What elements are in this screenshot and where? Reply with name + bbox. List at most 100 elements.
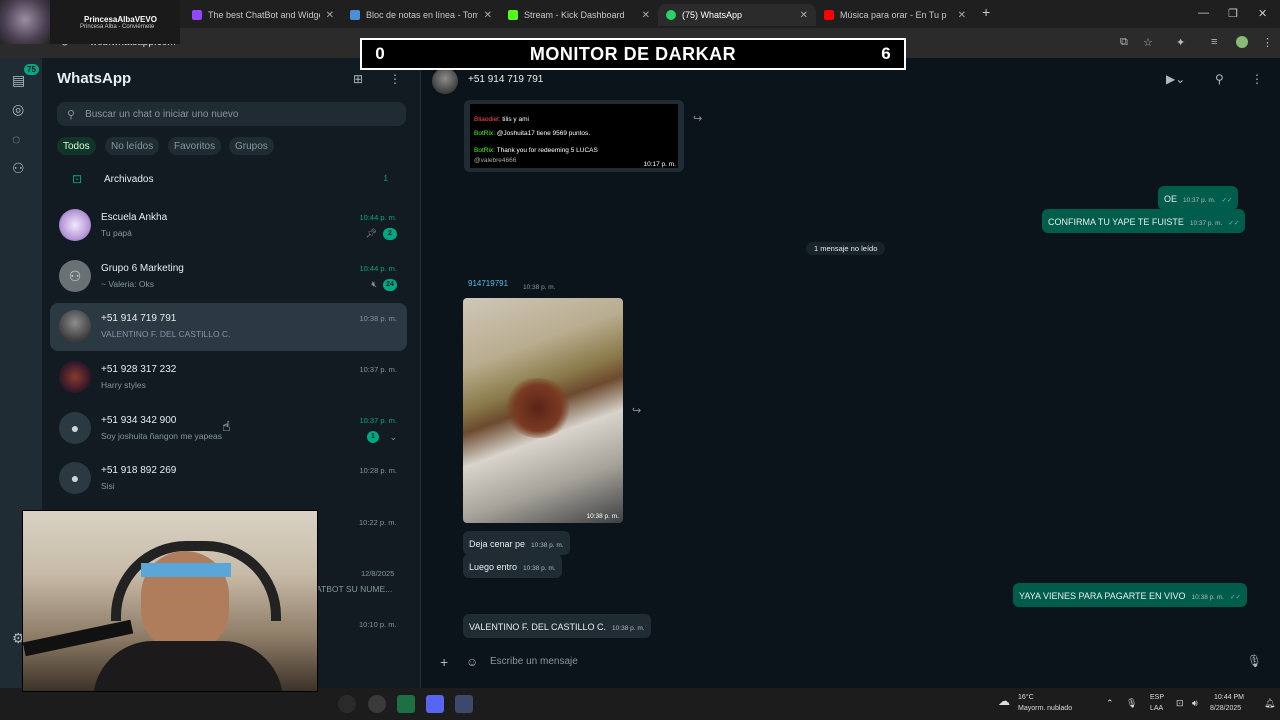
chat-time: 10:44 p. m.: [359, 264, 397, 273]
app-icon[interactable]: [455, 695, 473, 713]
message-time: 10:38 p. m.: [612, 625, 645, 632]
communities-icon[interactable]: ⚇: [12, 160, 25, 177]
message-time: 10:38 p. m.: [586, 513, 619, 520]
extensions-icon[interactable]: ✦: [1176, 36, 1185, 49]
close-icon[interactable]: ✕: [484, 10, 492, 21]
chat-preview: ATBOT SU NUME...: [316, 584, 393, 594]
browser-tab-notepad[interactable]: Bloc de notas en línea - Toma y ✕: [342, 4, 500, 26]
streamer-avatar: [0, 0, 50, 44]
contact-name[interactable]: +51 914 719 791: [468, 74, 543, 85]
unread-count-badge: 1: [367, 431, 379, 443]
message-time: 10:38 p. m.: [523, 284, 556, 291]
bot-line-user: BotRix:: [474, 130, 495, 137]
chat-time: 10:28 p. m.: [359, 466, 397, 475]
pin-icon: 📌︎: [365, 228, 377, 238]
emoji-icon[interactable]: ☺: [466, 655, 478, 669]
bookmark-star-icon[interactable]: ☆: [1143, 36, 1153, 49]
chat-item-grupo-6[interactable]: ⚇ Grupo 6 Marketing ~ Valeria: Oks 10:44…: [50, 253, 407, 301]
notepad-icon: [350, 10, 360, 20]
volume-icon[interactable]: 🔊︎: [1192, 698, 1198, 709]
avatar: [59, 361, 91, 393]
filter-unread[interactable]: No leídos: [105, 137, 160, 155]
message-input[interactable]: [488, 655, 1192, 668]
microphone-icon[interactable]: 🎙︎: [1247, 654, 1262, 668]
new-chat-icon[interactable]: ⊞: [353, 72, 363, 86]
photo-message[interactable]: 10:38 p. m.: [463, 298, 623, 523]
close-icon[interactable]: ✕: [326, 10, 334, 21]
browser-tab-whatsapp[interactable]: (75) WhatsApp ✕: [658, 4, 816, 26]
clock-time[interactable]: 10:44 PM: [1214, 694, 1244, 701]
unread-count-badge: 24: [383, 279, 397, 291]
chats-icon[interactable]: ▤: [12, 72, 25, 89]
chat-time: 10:44 p. m.: [359, 213, 397, 222]
tray-chevron-icon[interactable]: ⌃: [1106, 698, 1114, 709]
language[interactable]: ESP: [1150, 694, 1164, 701]
browser-tab-kick[interactable]: Stream - Kick Dashboard ✕: [500, 4, 658, 26]
chat-name: +51 928 317 232: [101, 364, 177, 375]
profile-avatar[interactable]: [1236, 36, 1248, 48]
chat-name: +51 914 719 791: [101, 313, 177, 324]
archived-row[interactable]: ⊡ Archivados 1: [50, 168, 406, 192]
minimize-button[interactable]: —: [1198, 7, 1209, 19]
status-icon[interactable]: ◎: [12, 101, 24, 118]
video-call-icon[interactable]: ▶︎⌄: [1166, 72, 1185, 86]
menu-icon[interactable]: ⋮: [389, 72, 401, 86]
monitor-overlay: 0 MONITOR DE DARKAR 6: [360, 38, 906, 70]
message-time: 10:37 p. m.: [1183, 197, 1216, 204]
close-icon[interactable]: ✕: [642, 10, 650, 21]
sender-phone[interactable]: 914719791: [468, 279, 508, 288]
message-text: Deja cenar pe: [469, 539, 526, 549]
unread-divider: 1 mensaje no leído: [806, 242, 886, 255]
unread-badge: 75: [24, 64, 39, 75]
close-window-button[interactable]: ✕: [1258, 7, 1267, 20]
archived-label: Archivados: [104, 174, 154, 185]
message-outgoing: OE 10:37 p. m. ✓✓: [1158, 186, 1239, 210]
chat-item-928317232[interactable]: +51 928 317 232 Harry styles 10:37 p. m.: [50, 354, 407, 402]
chevron-down-icon[interactable]: ⌄: [389, 432, 397, 443]
message-time: 10:38 p. m.: [523, 565, 556, 572]
new-tab-button[interactable]: +: [982, 4, 990, 20]
message-text: Luego entro: [469, 562, 518, 572]
contact-avatar[interactable]: [432, 68, 458, 94]
search-bar[interactable]: ⚲: [57, 102, 406, 126]
close-icon[interactable]: ✕: [800, 10, 808, 21]
bot-chat-screenshot: Bliaodiel: tilis y ami BotRix: @Joshuita…: [470, 104, 678, 168]
forward-icon[interactable]: ↪: [632, 404, 641, 417]
filter-groups[interactable]: Grupos: [229, 137, 274, 155]
search-input[interactable]: [83, 107, 388, 121]
chat-name: Escuela Ankha: [101, 212, 168, 223]
streamer-overlay: PrincesaAlbaVEVO Princesa Alba - Conviér…: [0, 0, 180, 44]
notification-icon[interactable]: 🔔︎: [1264, 698, 1275, 709]
taskbar: [0, 688, 1280, 720]
chat-item-918892269[interactable]: ● +51 918 892 269 Sisi 10:28 p. m.: [50, 455, 407, 503]
read-check-icon: ✓✓: [1221, 197, 1233, 204]
chat-time: 12/8/2025: [361, 569, 395, 578]
streamer-name: PrincesaAlbaVEVO: [84, 14, 157, 24]
excel-icon[interactable]: [397, 695, 415, 713]
discord-icon[interactable]: [426, 695, 444, 713]
search-icon[interactable]: ⚲: [1215, 72, 1224, 86]
browser-tab-chatbot[interactable]: The best ChatBot and Widgets ✕: [184, 4, 342, 26]
message-text: OE: [1164, 194, 1178, 204]
browser-tab-music[interactable]: Música para orar - En Tu p ✕: [816, 4, 974, 26]
mic-tray-icon[interactable]: 🎙︎: [1126, 698, 1137, 709]
filter-all[interactable]: Todos: [57, 137, 96, 155]
forward-icon[interactable]: ↪: [693, 112, 702, 125]
reading-list-icon[interactable]: ≡: [1211, 36, 1217, 48]
chat-item-escuela-ankha[interactable]: Escuela Ankha Tu papá 10:44 p. m. 📌︎ 2: [50, 202, 407, 250]
obs-icon[interactable]: [368, 695, 386, 713]
chat-item-914719791[interactable]: +51 914 719 791 VALENTINO F. DEL CASTILL…: [50, 303, 407, 351]
chrome-icon[interactable]: [338, 695, 356, 713]
filter-favorites[interactable]: Favoritos: [168, 137, 222, 155]
webcam-overlay: [22, 510, 318, 692]
image-message[interactable]: Bliaodiel: tilis y ami BotRix: @Joshuita…: [464, 100, 684, 172]
cast-icon[interactable]: ⧉: [1120, 36, 1128, 49]
maximize-button[interactable]: ❐: [1228, 7, 1238, 20]
close-icon[interactable]: ✕: [958, 10, 966, 21]
channels-icon[interactable]: ◌: [12, 131, 20, 147]
mouse-cursor-icon: ☝︎: [222, 418, 231, 434]
attach-plus-icon[interactable]: +: [440, 654, 448, 670]
browser-menu-icon[interactable]: ⋮: [1262, 36, 1273, 49]
network-icon[interactable]: ⊡: [1176, 698, 1184, 709]
chat-menu-icon[interactable]: ⋮: [1251, 72, 1263, 86]
